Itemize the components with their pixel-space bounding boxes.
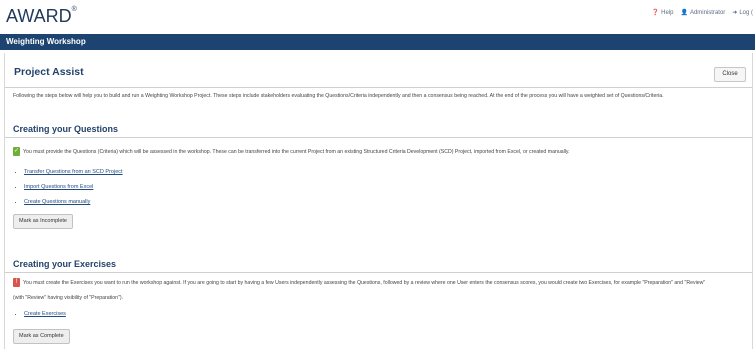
- list-item: Transfer Questions from an SCD Project: [24, 169, 123, 175]
- close-button[interactable]: Close: [714, 67, 746, 82]
- mark-incomplete-button[interactable]: Mark as Incomplete: [13, 214, 73, 229]
- exercises-links: Create Exercises: [17, 311, 66, 326]
- create-exercises-link[interactable]: Create Exercises: [24, 311, 66, 317]
- list-item: Import Questions from Excel: [24, 184, 123, 190]
- exercises-status-text: You must create the Exercises you want t…: [23, 280, 705, 286]
- help-label: Help: [661, 9, 674, 16]
- logo-text: AWARD: [6, 6, 72, 26]
- top-links: ❓ Help 👤 Administrator ➜ Log (: [651, 9, 753, 17]
- transfer-questions-link[interactable]: Transfer Questions from an SCD Project: [24, 169, 123, 175]
- user-label: Administrator: [689, 9, 726, 16]
- nav-bar: Weighting Workshop: [0, 34, 755, 50]
- nav-title: Weighting Workshop: [6, 37, 86, 46]
- divider: [5, 272, 752, 273]
- import-questions-link[interactable]: Import Questions from Excel: [24, 184, 93, 190]
- app-logo: AWARD®: [6, 6, 77, 27]
- help-link[interactable]: ❓ Help: [651, 9, 674, 17]
- user-link[interactable]: 👤 Administrator: [680, 9, 726, 17]
- logout-link[interactable]: ➜ Log (: [732, 9, 753, 17]
- exercises-status-line1: You must create the Exercises you want t…: [23, 280, 706, 286]
- create-questions-link[interactable]: Create Questions manually: [24, 199, 90, 205]
- logout-label: Log (: [739, 9, 753, 16]
- warning-icon: !: [13, 278, 20, 287]
- exercises-section-title: Creating your Exercises: [13, 259, 117, 269]
- divider: [5, 137, 752, 138]
- questions-status: ✓ You must provide the Questions (Criter…: [13, 147, 748, 156]
- logout-icon: ➜: [732, 10, 738, 16]
- help-icon: ❓: [651, 10, 660, 16]
- header: AWARD® ❓ Help 👤 Administrator ➜ Log (: [0, 0, 755, 34]
- logo-registered-mark: ®: [71, 6, 77, 13]
- project-assist-panel: Project Assist Close Following the steps…: [4, 53, 753, 349]
- page-title: Project Assist: [14, 66, 84, 78]
- exercises-status-cont: (with "Review" having visibility of "Pre…: [13, 295, 748, 301]
- user-icon: 👤: [680, 10, 688, 16]
- exercises-status-line2: (with "Review" having visibility of "Pre…: [13, 295, 124, 301]
- questions-section-title: Creating your Questions: [13, 124, 119, 134]
- questions-links: Transfer Questions from an SCD Project I…: [17, 169, 123, 214]
- mark-complete-button[interactable]: Mark as Complete: [13, 329, 70, 344]
- list-item: Create Questions manually: [24, 199, 123, 205]
- list-item: Create Exercises: [24, 311, 66, 317]
- check-icon: ✓: [13, 147, 20, 156]
- divider: [5, 87, 752, 88]
- intro-text: Following the steps below will help you …: [13, 93, 664, 99]
- exercises-status: ! You must create the Exercises you want…: [13, 278, 748, 287]
- questions-status-text: You must provide the Questions (Criteria…: [23, 149, 570, 155]
